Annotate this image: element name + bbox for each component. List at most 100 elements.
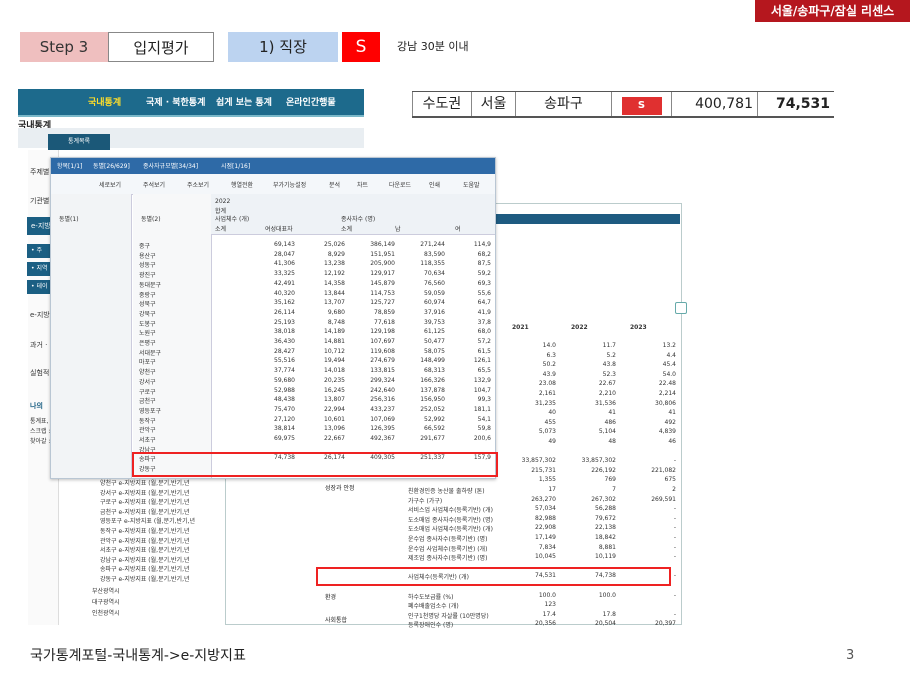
row-value: 126,1	[473, 357, 491, 365]
sidebar-item-past[interactable]: 과거 ·	[30, 340, 47, 350]
toolbar-analysis[interactable]: 분석	[329, 180, 340, 189]
nav-international[interactable]: 국제 · 북한통계	[146, 95, 205, 108]
table-row: 도봉구 25,193 8,748 77,618 39,753 37,8	[51, 318, 495, 328]
tree-item-district[interactable]: 영등포구 e-지방지표 (월,분기,반기,년	[100, 516, 195, 525]
toolbar-print[interactable]: 인쇄	[429, 180, 440, 189]
toolbar-help[interactable]: 도움말	[463, 180, 480, 189]
row-district: 중구	[139, 243, 151, 250]
table-row: 관악구 38,814 13,096 126,395 66,592 59,8	[51, 424, 495, 434]
indicator-value: -	[673, 543, 676, 551]
toolbar-vertical-view[interactable]: 세로보기	[99, 180, 121, 189]
tree-item-district[interactable]: 금천구 e-지방지표 (월,분기,반기,년	[100, 507, 190, 516]
indicator-value: -	[673, 514, 676, 522]
indicator-value: 14.0	[542, 342, 556, 349]
indicator-value: 20,356	[535, 620, 556, 628]
sub-header-2: 여성대표자	[265, 226, 293, 233]
row-value: 69,143	[274, 241, 295, 248]
row-value: 20,235	[324, 376, 345, 384]
row-value: 14,189	[324, 328, 345, 336]
tree-item-district[interactable]: 강서구 e-지방지표 (월,분기,반기,년	[100, 488, 190, 497]
tab-items[interactable]: 항목[1/1]	[57, 161, 82, 170]
indicator-value: 41	[668, 409, 676, 417]
nav-easy-stats[interactable]: 쉽게 보는 통계	[216, 95, 272, 108]
toolbar-settings[interactable]: 부가기능설정	[273, 180, 306, 189]
tree-item-district[interactable]: 송파구 e-지방지표 (월,분기,반기,년	[100, 564, 190, 573]
nav-online-pub[interactable]: 온라인간행물	[286, 95, 336, 108]
row-value: 59,059	[424, 289, 445, 297]
indicator-label: 등록장애인수 (명)	[408, 622, 454, 630]
toolbar-address[interactable]: 주소보기	[187, 180, 209, 189]
tree-item-district[interactable]: 동작구 e-지방지표 (월,분기,반기,년	[100, 526, 190, 535]
row-value: 13,238	[324, 260, 345, 268]
indicator-value: 13.2	[662, 342, 676, 349]
table-row: 노원구 38,018 14,189 129,198 61,125 68,0	[51, 327, 495, 337]
sub-header-3: 소계	[341, 226, 353, 233]
indicator-value: -	[673, 610, 676, 618]
toolbar-download[interactable]: 다운로드	[389, 180, 411, 189]
nav-domestic[interactable]: 국내통계	[88, 95, 121, 108]
indicator-label: 서비스업 사업체수(등록기반) (개)	[408, 507, 493, 515]
tree-item-district[interactable]: 서초구 e-지방지표 (월,분기,반기,년	[100, 545, 190, 554]
table-row: 강서구 59,680 20,235 299,324 166,326 132,9	[51, 376, 495, 386]
indicator-value: 43.9	[542, 370, 556, 378]
sidebar-item-experimental[interactable]: 실험적	[30, 368, 49, 378]
indicator-value: 5,073	[538, 428, 556, 436]
sidebar-item-elocal2[interactable]: e-지방	[30, 310, 50, 320]
sidebar-item-my[interactable]: 나의	[30, 401, 43, 411]
row-value: 37,8	[477, 318, 491, 326]
row-district: 성동구	[139, 262, 156, 270]
tree-item-district[interactable]: 관악구 e-지방지표 (월,분기,반기,년	[100, 536, 190, 545]
toolbar-transpose[interactable]: 행열전환	[231, 180, 253, 189]
category-tab[interactable]: 통계목록	[48, 134, 110, 150]
tree-item-city[interactable]: 대구광역시	[92, 597, 120, 606]
indicator-value: 17.8	[602, 610, 616, 618]
emp-header: 종사자수 (명)	[341, 216, 376, 223]
table-row: 용산구 28,047 8,929 151,951 83,590 68,2	[51, 250, 495, 260]
row-value: 256,316	[370, 396, 395, 404]
row-value: 66,592	[424, 425, 445, 433]
toolbar-chart[interactable]: 차트	[357, 180, 368, 189]
row-value: 181,1	[473, 405, 491, 413]
table-row: 서초구 69,975 22,667 492,367 291,677 200,6	[51, 434, 495, 444]
row-value: 57,2	[477, 338, 491, 345]
tree-item-city[interactable]: 인천광역시	[92, 608, 120, 617]
toolbar-notes[interactable]: 주석보기	[143, 180, 165, 189]
tree-item-city[interactable]: 부산광역시	[92, 586, 120, 595]
table-row: 중랑구 40,320 13,844 114,753 59,059 55,6	[51, 289, 495, 299]
tab-size[interactable]: 종사자규모별[34/34]	[143, 161, 198, 170]
year-header: 2022	[215, 198, 231, 205]
indicator-value: 7	[612, 486, 616, 493]
indicator-value: -	[673, 553, 676, 561]
row-value: 54,1	[477, 415, 491, 423]
row-value: 41,9	[477, 308, 491, 316]
row-value: 242,640	[370, 386, 395, 394]
sub-header-5: 여	[455, 226, 461, 233]
tree-item-district[interactable]: 양천구 e-지방지표 (월,분기,반기,년	[100, 478, 190, 487]
summary-district: 송파구	[516, 92, 612, 116]
row-value: 42,491	[274, 279, 295, 287]
indicator-value: -	[673, 591, 676, 599]
indicator-value: -	[673, 534, 676, 541]
indicator-value: 267,302	[591, 495, 616, 503]
row-value: 205,900	[370, 260, 395, 268]
row-value: 125,727	[370, 299, 395, 307]
tree-item-district[interactable]: 강남구 e-지방지표 (월,분기,반기,년	[100, 555, 190, 564]
tree-item-district[interactable]: 강동구 e-지방지표 (월,분기,반기,년	[100, 574, 190, 583]
indicator-value: 56,288	[595, 505, 616, 513]
row-value: 60,974	[424, 299, 445, 307]
sidebar-note-2: 스크랩 :	[30, 428, 51, 435]
row-value: 271,244	[420, 241, 445, 248]
sidebar-item-subject[interactable]: 주제별	[30, 167, 49, 177]
stats-table-dialog: 항목[1/1] 동별[26/629] 종사자규모별[34/34] 시점[1/16…	[50, 157, 496, 479]
row-value: 69,3	[477, 279, 491, 287]
biz-header: 사업체수 (개)	[215, 216, 250, 223]
indicator-value: 22,908	[535, 524, 556, 532]
tab-period[interactable]: 시점[1/16]	[221, 161, 250, 170]
tab-districts[interactable]: 동별[26/629]	[93, 161, 130, 170]
refresh-icon[interactable]	[675, 302, 687, 314]
indicator-value: -	[673, 457, 676, 465]
row-value: 55,6	[477, 289, 491, 297]
row-value: 59,2	[477, 270, 491, 278]
sidebar-item-agency[interactable]: 기관별	[30, 196, 49, 206]
tree-item-district[interactable]: 구로구 e-지방지표 (월,분기,반기,년	[100, 497, 190, 506]
